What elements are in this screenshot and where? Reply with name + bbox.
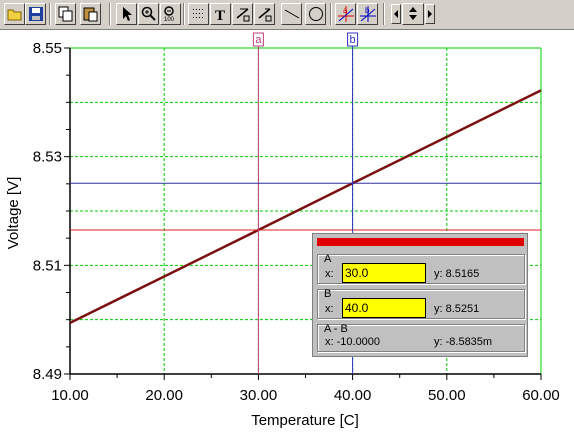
x-axis-label: Temperature [C] (251, 412, 359, 429)
x-tick-label: 40.00 (334, 387, 372, 404)
cursor-a-y-value: y: 8.5165 (434, 268, 480, 280)
x-tick-label: 10.00 (51, 387, 89, 404)
cursor-b-flag-label: b (350, 34, 356, 46)
x-tick-label: 30.00 (240, 387, 278, 404)
cursor-a-flag-label: a (255, 34, 262, 46)
cursor-diff-y-value: y: -8.5835m (434, 336, 493, 348)
toolbar: 100 T a b (0, 0, 574, 30)
cursor-diff-x-value: x: -10.0000 (325, 336, 381, 348)
chart: a b 10.00 20.00 30.00 40.00 50.00 60.00 8.49 8.5… (5, 32, 560, 429)
scroll-right-button[interactable] (425, 4, 435, 24)
line-label2-icon[interactable] (254, 3, 275, 25)
paste-icon[interactable] (80, 3, 101, 25)
plot-area: a b 10.00 20.00 30.00 40.00 50.00 60.00 8.49 8.5… (0, 30, 574, 433)
toolbar-separator (383, 3, 385, 25)
cursor-b-group: B x: y: 8.5251 (317, 288, 525, 319)
toolbar-separator (49, 3, 51, 25)
cursor-b-x-input[interactable] (342, 298, 426, 318)
svg-text:a: a (343, 6, 348, 15)
pointer-icon[interactable] (116, 3, 137, 25)
x-tick-label: 20.00 (145, 387, 183, 404)
y-tick-label: 8.55 (33, 40, 62, 57)
line-icon[interactable] (281, 3, 302, 25)
cursor-diff-group: A - B x: -10.0000 y: -8.5835m (317, 323, 525, 352)
cursor-a-icon[interactable]: a (335, 3, 356, 25)
scroll-left-button[interactable] (391, 4, 401, 24)
cursor-panel-title-bar (317, 238, 524, 246)
svg-text:T: T (215, 8, 225, 22)
circle-icon[interactable] (305, 3, 326, 25)
save-icon[interactable] (25, 3, 46, 25)
y-tick-label: 8.49 (33, 366, 62, 383)
svg-text:b: b (365, 6, 370, 15)
y-axis-label: Voltage [V] (5, 177, 22, 250)
cursor-diff-title: A - B (324, 323, 348, 335)
cursor-b-title: B (324, 288, 332, 300)
toolbar-separator (109, 3, 111, 25)
cursor-readout-panel: A x: y: 8.5165 B x: y: 8.5251 A - B x: -… (312, 233, 528, 357)
zoom-100-icon[interactable]: 100 (160, 3, 181, 25)
cursor-a-group: A x: y: 8.5165 (317, 253, 525, 284)
toolbar-separator (330, 3, 332, 25)
cursor-a-x-input[interactable] (342, 263, 426, 283)
cursor-b-y-value: y: 8.5251 (434, 303, 480, 315)
svg-text:100: 100 (164, 17, 175, 22)
line-label-icon[interactable] (232, 3, 253, 25)
toolbar-separator (183, 3, 185, 25)
x-tick-label: 60.00 (522, 387, 560, 404)
copy-icon[interactable] (55, 3, 76, 25)
x-tick-label: 50.00 (428, 387, 466, 404)
scroll-updown-button[interactable] (402, 3, 424, 25)
cursor-b-x-label: x: (325, 303, 334, 315)
cursor-a-title: A (324, 253, 332, 265)
grid-icon[interactable] (188, 3, 209, 25)
open-icon[interactable] (4, 3, 25, 25)
cursor-b-icon[interactable]: b (357, 3, 378, 25)
y-tick-label: 8.51 (33, 257, 62, 274)
y-tick-label: 8.53 (33, 149, 62, 166)
text-icon[interactable]: T (210, 3, 231, 25)
cursor-a-x-label: x: (325, 268, 334, 280)
zoom-in-icon[interactable] (138, 3, 159, 25)
